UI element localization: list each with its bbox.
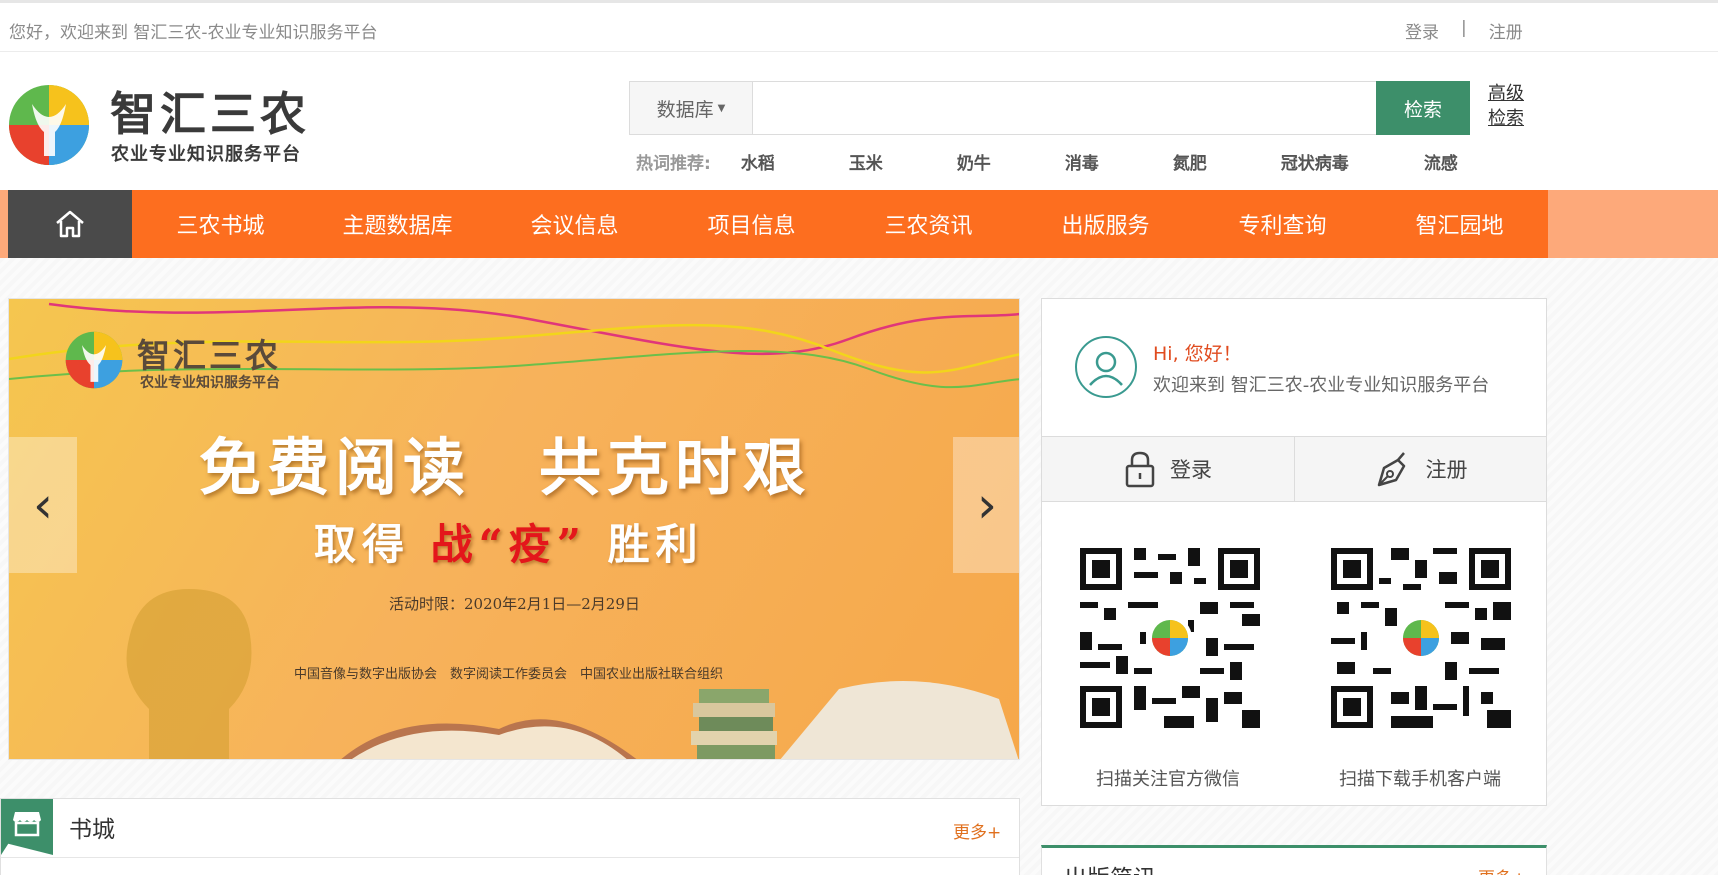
chevron-down-icon: ▼ xyxy=(717,102,726,114)
home-icon xyxy=(56,210,84,238)
lock-icon xyxy=(1125,451,1155,488)
database-select[interactable]: 数据库 ▼ xyxy=(630,82,753,134)
hot-word[interactable]: 流感 xyxy=(1424,149,1458,174)
qr-wechat xyxy=(1080,548,1260,728)
pen-icon xyxy=(1377,452,1405,487)
banner-prev-button[interactable]: ‹ xyxy=(9,437,77,573)
books-illustration xyxy=(341,681,1019,759)
hot-word[interactable]: 玉米 xyxy=(849,149,957,174)
hot-word[interactable]: 水稻 xyxy=(741,149,849,174)
banner-logo-icon xyxy=(65,331,123,389)
nav-item-publishing[interactable]: 出版服务 xyxy=(1017,190,1194,258)
top-links: 登录 | 注册 xyxy=(1405,18,1523,43)
nav-item-patents[interactable]: 专利查询 xyxy=(1194,190,1371,258)
nav-item-bookstore[interactable]: 三农书城 xyxy=(132,190,309,258)
bookstore-title: 书城 xyxy=(69,817,115,843)
database-select-label: 数据库 xyxy=(656,98,714,121)
qr-wechat-caption: 扫描关注官方微信 xyxy=(1096,769,1240,790)
top-register-link[interactable]: 注册 xyxy=(1489,18,1523,43)
qr-app-caption: 扫描下载手机客户端 xyxy=(1339,769,1501,790)
hot-words-label: 热词推荐: xyxy=(636,154,711,174)
advanced-search-link[interactable]: 高级检索 xyxy=(1488,81,1528,131)
banner-carousel[interactable]: 智汇三农 农业专业知识服务平台 免费阅读 共克时艰 取得 战“疫” 胜利 活动时… xyxy=(8,298,1020,760)
banner-date: 活动时限：2020年2月1日—2月29日 xyxy=(389,595,640,613)
nav-item-conference[interactable]: 会议信息 xyxy=(486,190,663,258)
banner-logo-subtitle: 农业专业知识服务平台 xyxy=(140,375,280,391)
top-links-separator: | xyxy=(1461,18,1467,38)
nav-item-theme-db[interactable]: 主题数据库 xyxy=(309,190,486,258)
header: 智汇三农 农业专业知识服务平台 数据库 ▼ 检索 高级检索 热词推荐: 水稻 玉… xyxy=(0,52,1718,190)
search-input[interactable] xyxy=(753,82,1376,134)
banner-sub-after: 胜利 xyxy=(607,520,704,569)
panel-welcome: 欢迎来到 智汇三农-农业专业知识服务平台 xyxy=(1153,375,1490,396)
nav-home[interactable] xyxy=(8,190,132,258)
login-label: 登录 xyxy=(1170,458,1212,482)
banner-next-button[interactable]: › xyxy=(953,437,1019,573)
hot-word[interactable]: 奶牛 xyxy=(957,149,1065,174)
user-icon xyxy=(1089,351,1123,386)
banner-logo-title: 智汇三农 xyxy=(137,336,281,375)
banner-sub-highlight: 战“疫” xyxy=(430,520,587,569)
logo-icon[interactable] xyxy=(8,84,90,166)
greeting: Hi, 您好！ xyxy=(1153,343,1242,365)
fist-illustration xyxy=(126,589,252,759)
top-bar: 您好，欢迎来到 智汇三农-农业专业知识服务平台 登录 | 注册 xyxy=(0,0,1718,52)
store-icon xyxy=(13,812,41,837)
nav-item-projects[interactable]: 项目信息 xyxy=(663,190,840,258)
qr-app xyxy=(1331,548,1511,728)
nav-item-garden[interactable]: 智汇园地 xyxy=(1371,190,1548,258)
banner-sub-before: 取得 xyxy=(314,520,411,569)
banner-headline: 免费阅读 共克时艰 xyxy=(199,431,812,504)
register-label: 注册 xyxy=(1425,458,1468,482)
welcome-text: 您好，欢迎来到 智汇三农-农业专业知识服务平台 xyxy=(9,23,378,43)
register-button[interactable]: 注册 xyxy=(1294,437,1546,501)
avatar xyxy=(1075,336,1137,398)
hot-word[interactable]: 氮肥 xyxy=(1173,149,1281,174)
auth-buttons: 登录 注册 xyxy=(1042,436,1546,502)
hot-word[interactable]: 消毒 xyxy=(1065,149,1173,174)
news-section: 出版简讯 更多+ xyxy=(1041,845,1547,875)
logo-title: 智汇三农 xyxy=(110,87,310,141)
banner-subheadline: 取得 战“疫” 胜利 xyxy=(314,511,704,572)
user-panel: Hi, 您好！ 欢迎来到 智汇三农-农业专业知识服务平台 登录 注册 扫描关注官… xyxy=(1041,298,1547,806)
bookstore-tag xyxy=(1,799,53,855)
hot-words: 热词推荐: 水稻 玉米 奶牛 消毒 氮肥 冠状病毒 流感 xyxy=(636,149,1458,174)
nav-item-news[interactable]: 三农资讯 xyxy=(840,190,1017,258)
bookstore-section: 书城 更多+ xyxy=(0,798,1020,875)
main-nav: 三农书城 主题数据库 会议信息 项目信息 三农资讯 出版服务 专利查询 智汇园地 xyxy=(8,190,1548,258)
search-button[interactable]: 检索 xyxy=(1376,81,1470,135)
login-button[interactable]: 登录 xyxy=(1042,437,1294,501)
news-title: 出版简讯 xyxy=(1064,859,1156,875)
logo-subtitle: 农业专业知识服务平台 xyxy=(111,144,301,165)
search-bar: 数据库 ▼ 检索 xyxy=(629,81,1470,135)
hot-word[interactable]: 冠状病毒 xyxy=(1281,149,1424,174)
bookstore-divider xyxy=(1,857,1019,858)
news-more-link[interactable]: 更多+ xyxy=(1478,864,1526,875)
bookstore-more-link[interactable]: 更多+ xyxy=(953,818,1001,843)
top-login-link[interactable]: 登录 xyxy=(1405,18,1439,43)
